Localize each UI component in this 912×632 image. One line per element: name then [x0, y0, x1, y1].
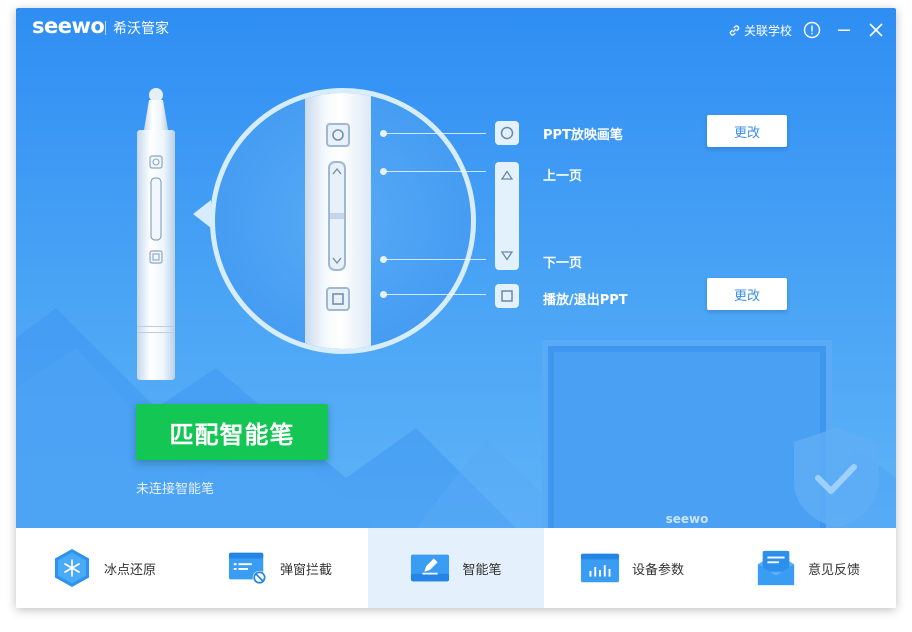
zoom-circle-key: [326, 123, 350, 147]
tab-label: 意见反馈: [807, 562, 860, 578]
info-icon: [803, 21, 821, 39]
tab-label: 冰点还原: [103, 562, 156, 578]
shield-check-icon: [794, 428, 878, 528]
tab-popup-block[interactable]: 弹窗拦截: [192, 528, 368, 608]
leader-line: [386, 259, 486, 260]
leader-line: [386, 171, 486, 172]
tab-freeze-restore[interactable]: 冰点还原: [16, 528, 192, 608]
bottom-tab-bar: 冰点还原 弹窗拦截 智能笔 设备参数 意见反馈: [16, 528, 896, 608]
minimize-button[interactable]: [832, 18, 856, 42]
circle-key-icon: [500, 126, 514, 140]
hero-panel: seewo 希沃管家 关联学校 PPT放映画笔 上一页 下一页 播放/退出PPT…: [16, 8, 896, 528]
smart-pen-icon: [411, 554, 450, 582]
smart-pen-illustration: [137, 88, 175, 380]
square-key-icon: [332, 293, 344, 305]
link-school-button[interactable]: 关联学校: [728, 20, 792, 40]
key-label-next-page: 下一页: [543, 256, 583, 271]
info-button[interactable]: [800, 18, 824, 42]
tab-label: 设备参数: [631, 562, 684, 578]
match-pen-button[interactable]: 匹配智能笔: [136, 404, 328, 460]
title-bar: seewo 希沃管家 关联学校: [16, 8, 896, 52]
key-label-play-ppt: 播放/退出PPT: [543, 293, 628, 308]
minimize-icon: [838, 29, 850, 31]
tab-feedback[interactable]: 意见反馈: [720, 528, 896, 608]
zoom-rocker-key: [328, 161, 346, 271]
change-play-ppt-button[interactable]: 更改: [707, 278, 787, 310]
monitor-screen: [554, 352, 820, 528]
change-ppt-pen-button[interactable]: 更改: [707, 115, 787, 147]
popup-block-icon: [228, 552, 267, 585]
device-stats-icon: [580, 553, 620, 583]
tab-label: 弹窗拦截: [279, 562, 332, 578]
snowflake-hexagon-icon: [54, 549, 89, 587]
zoom-pointer: [193, 200, 211, 228]
pen-zoom-body: [305, 93, 371, 349]
key-label-ppt-pen: PPT放映画笔: [543, 128, 623, 143]
feedback-mail-icon: [757, 550, 795, 586]
key-page-rocker: [495, 162, 519, 270]
logo-divider: [105, 21, 106, 35]
rocker-arrows-icon: [330, 167, 344, 265]
link-school-label: 关联学校: [744, 23, 793, 38]
seewo-logo: seewo: [32, 14, 105, 38]
close-button[interactable]: [864, 18, 888, 42]
pen-zoom-circle: [210, 88, 476, 354]
leader-line: [386, 294, 486, 295]
key-ppt-pen: [495, 121, 519, 145]
close-icon: [869, 23, 883, 37]
triangle-up-icon: [501, 170, 513, 180]
zoom-square-key: [326, 287, 350, 311]
leader-line: [386, 133, 486, 134]
triangle-down-icon: [501, 251, 513, 261]
connection-status: 未连接智能笔: [136, 482, 215, 497]
key-play-ppt: [495, 284, 519, 308]
circle-key-icon: [332, 129, 344, 141]
app-title: 希沃管家: [113, 21, 169, 37]
link-icon: [729, 24, 740, 36]
monitor-illustration: seewo: [542, 340, 832, 528]
tab-label: 智能笔: [462, 562, 502, 578]
tab-device-params[interactable]: 设备参数: [544, 528, 720, 608]
tab-smart-pen[interactable]: 智能笔: [368, 528, 544, 608]
key-label-prev-page: 上一页: [543, 169, 583, 184]
app-window: seewo 希沃管家 关联学校 PPT放映画笔 上一页 下一页 播放/退出PPT…: [16, 8, 896, 608]
square-key-icon: [501, 290, 513, 302]
monitor-logo: seewo: [665, 512, 709, 526]
